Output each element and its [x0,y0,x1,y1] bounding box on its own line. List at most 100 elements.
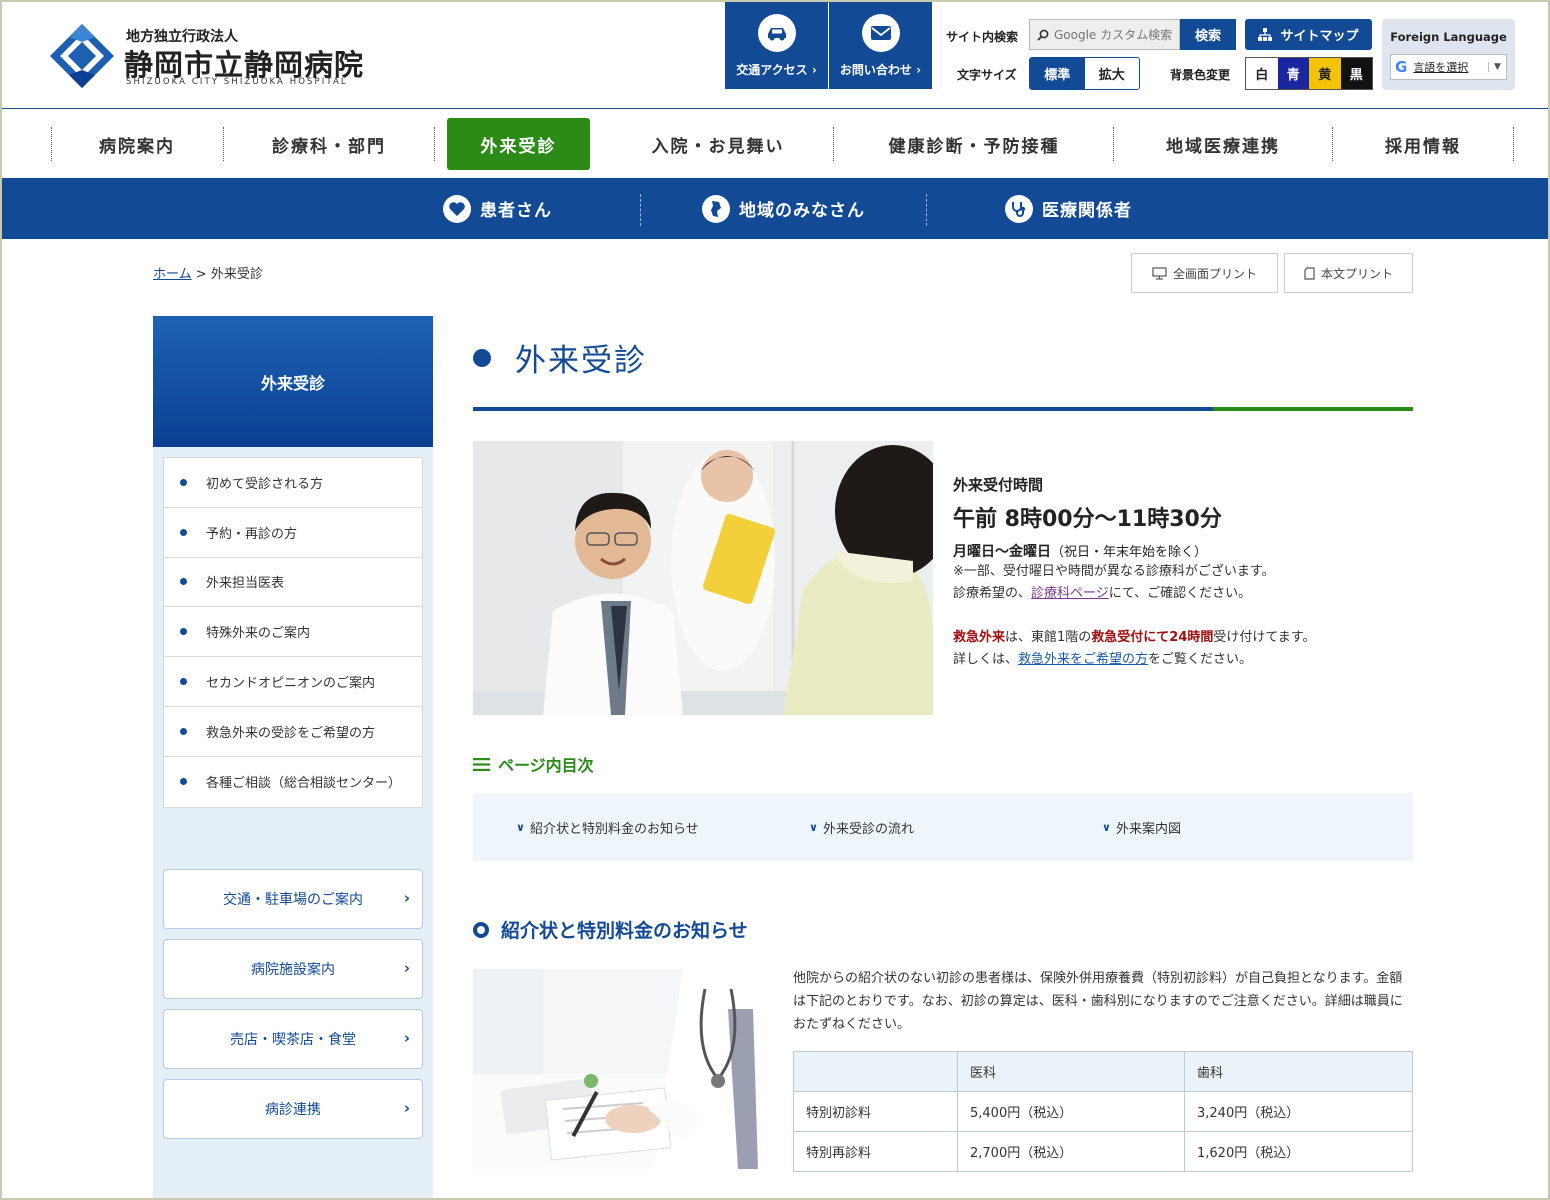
section-description: 他院からの紹介状のない初診の患者様は、保険外併用療養費（特別初診料）が自己負担と… [793,971,1403,1032]
subnav-label-patients: 患者さん [480,201,552,221]
bullet-icon [180,528,187,536]
contact-label: お問い合わせ [839,63,912,77]
subnav-label-community: 地域のみなさん [739,201,865,221]
contact-button[interactable]: お問い合わせ › [829,2,932,89]
toc-link-flow[interactable]: ∨ 外来受診の流れ [809,793,914,861]
sidebar-button-facilities[interactable]: 病院施設案内 › [163,939,423,999]
gnav-item-health-checkup[interactable]: 健康診断・予防接種 [834,118,1114,170]
monitor-icon [1152,266,1167,280]
toc-link-label: 外来受診の流れ [822,821,914,837]
hospital-logo[interactable]: 地方独立行政法人 静岡市立静岡病院 SHIZUOKA CITY SHIZUOKA… [50,24,380,94]
toc-link-map[interactable]: ∨ 外来案内図 [1102,793,1181,861]
audience-nav: 患者さん 地域のみなさん 医療関係者 [2,178,1548,239]
subnav-item-patients[interactable]: 患者さん [443,178,552,239]
hours-time: 午前 8時00分～11時30分 [953,507,1222,532]
global-nav: 病院案内 診療科・部門 外来受診 入院・お見舞い 健康診断・予防接種 地域医療連… [2,110,1548,178]
subnav-item-community[interactable]: 地域のみなさん [702,178,865,239]
dropdown-arrow-icon: ▼ [1488,62,1506,72]
search-input[interactable] [1054,27,1179,42]
chevron-down-icon: ∨ [516,820,525,834]
bgcolor-blue-button[interactable]: 青 [1277,58,1309,89]
search-field[interactable] [1029,19,1180,50]
note2-text-end: にて、ご確認ください。 [1108,586,1252,601]
table-header-cell [793,1051,958,1092]
breadcrumb-current: 外来受診 [210,267,263,282]
er2-text-end: をご覧ください。 [1148,652,1253,667]
sidebar-button-label: 売店・喫茶店・食堂 [230,1032,356,1048]
table-header-row: 医科 歯科 [793,1051,1413,1092]
chevron-right-icon: › [403,889,410,907]
sidebar-item-consultation[interactable]: 各種ご相談（総合相談センター） [164,757,422,807]
sidebar-item-label: 救急外来の受診をご希望の方 [206,725,376,741]
breadcrumb-home-link[interactable]: ホーム [153,267,192,282]
print-full-button[interactable]: 全画面プリント [1131,253,1278,293]
table-cell: 2,700円（税込） [957,1131,1185,1172]
hours-days-note: （祝日・年末年始を除く） [1051,545,1208,560]
subnav-item-professionals[interactable]: 医療関係者 [1005,178,1132,239]
access-button[interactable]: 交通アクセス › [725,2,828,89]
emergency-text-end: 受け付けてます。 [1213,630,1316,645]
hours-label: 外来受付時間 [953,476,1044,494]
sidebar-item-emergency[interactable]: 救急外来の受診をご希望の方 [164,707,422,757]
translate-select-label: 言語を選択 [1413,61,1469,74]
bgcolor-white-button[interactable]: 白 [1246,58,1278,89]
er2-text: 詳しくは、 [953,652,1019,667]
emergency-label: 救急外来 [953,630,1006,645]
table-cell: 特別初診料 [793,1091,958,1132]
bullet-icon [180,727,187,735]
fontsize-large-button[interactable]: 拡大 [1084,58,1139,89]
sidebar-item-label: 各種ご相談（総合相談センター） [206,776,402,792]
sidebar-button-shops[interactable]: 売店・喫茶店・食堂 › [163,1009,423,1069]
table-cell: 特別再診料 [793,1131,958,1172]
emergency-page-link[interactable]: 救急外来をご希望の方 [1018,652,1148,667]
sidebar-item-label: 外来担当医表 [206,576,285,592]
chevron-right-icon: › [403,1029,410,1047]
print-body-button[interactable]: 本文プリント [1284,253,1413,293]
toc-title: ページ内目次 [473,752,594,776]
document-icon [1304,266,1315,280]
gnav-item-departments[interactable]: 診療科・部門 [224,118,434,170]
sitemap-label: サイトマップ [1280,29,1359,44]
sidebar-item-reservation[interactable]: 予約・再診の方 [164,508,422,558]
table-cell: 1,620円（税込） [1184,1131,1413,1172]
sitemap-icon [1258,28,1273,41]
toc-link-label: 紹介状と特別料金のお知らせ [529,821,699,837]
sidebar-item-label: 予約・再診の方 [206,526,298,542]
sidebar-title[interactable]: 外来受診 [153,316,433,447]
sidebar-item-first-visit[interactable]: 初めて受診される方 [164,458,422,508]
translate-select[interactable]: G 言語を選択 ▼ [1390,54,1507,80]
sitemap-button[interactable]: サイトマップ [1245,19,1372,50]
mail-icon [861,14,900,52]
special-fee-table: 医科 歯科 特別初診料 5,400円（税込） 3,240円（税込） 特別再診料 … [793,1051,1413,1172]
stethoscope-icon [1005,194,1033,223]
google-icon: G [1395,58,1408,76]
bgcolor-yellow-button[interactable]: 黄 [1309,58,1341,89]
sidebar-item-special-outpatient[interactable]: 特殊外来のご案内 [164,607,422,658]
departments-page-link[interactable]: 診療科ページ [1031,586,1109,601]
sidebar-item-second-opinion[interactable]: セカンドオピニオンのご案内 [164,657,422,707]
gnav-item-recruit[interactable]: 採用情報 [1333,118,1513,170]
table-row: 特別初診料 5,400円（税込） 3,240円（税込） [793,1091,1413,1132]
menu-lines-icon [473,757,490,771]
bgcolor-black-button[interactable]: 黒 [1340,58,1372,89]
toc-box: ∨ 紹介状と特別料金のお知らせ ∨ 外来受診の流れ ∨ 外来案内図 [473,793,1413,861]
breadcrumb-separator: > [195,267,207,282]
toc-link-referral[interactable]: ∨ 紹介状と特別料金のお知らせ [516,793,699,861]
search-button[interactable]: 検索 [1180,19,1236,50]
gnav-item-hospital-info[interactable]: 病院案内 [52,118,222,170]
gnav-item-admission[interactable]: 入院・お見舞い [603,118,833,170]
table-cell: 5,400円（税込） [957,1091,1185,1132]
sidebar-button-clinic-cooperation[interactable]: 病診連携 › [163,1079,423,1139]
fontsize-standard-button[interactable]: 標準 [1030,58,1085,89]
bgcolor-toggle: 白 青 黄 黒 [1245,57,1373,90]
foreign-language-title: Foreign Language [1390,30,1507,44]
gnav-item-regional[interactable]: 地域医療連携 [1114,118,1332,170]
print-body-label: 本文プリント [1320,266,1393,281]
heart-icon [443,194,471,223]
emergency-24h: 救急受付にて24時間 [1091,630,1214,645]
bgcolor-label: 背景色変更 [1170,68,1231,82]
sidebar-item-doctor-schedule[interactable]: 外来担当医表 [164,558,422,608]
gnav-item-outpatient[interactable]: 外来受診 [447,118,590,170]
note2-text: 診療希望の、 [953,586,1032,601]
sidebar-button-access-parking[interactable]: 交通・駐車場のご案内 › [163,869,423,929]
